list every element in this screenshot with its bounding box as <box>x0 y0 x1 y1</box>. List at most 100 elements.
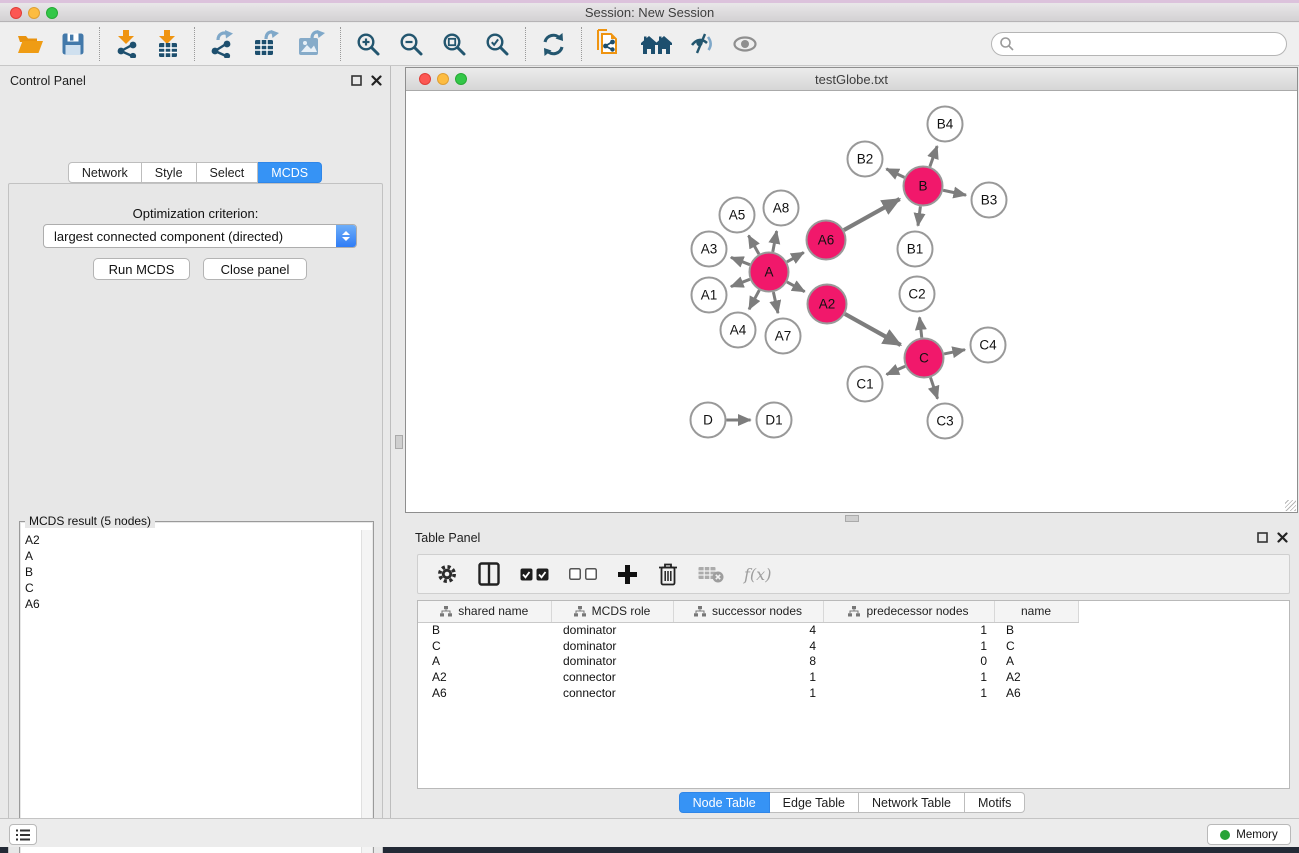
table-cell[interactable]: B <box>418 622 551 638</box>
tab-network[interactable]: Network <box>68 162 142 183</box>
search-input[interactable] <box>991 32 1287 56</box>
table-cell[interactable]: 1 <box>823 685 994 701</box>
network-canvas[interactable]: AA1A2A3A4A5A6A7A8BB1B2B3B4CC1C2C3C4DD1 <box>406 91 1297 512</box>
columns-icon[interactable] <box>468 557 510 591</box>
table-cell[interactable]: A6 <box>994 685 1078 701</box>
graph-edge-A-A1[interactable] <box>731 279 750 286</box>
run-mcds-button[interactable]: Run MCDS <box>93 258 190 280</box>
close-panel-icon[interactable] <box>371 75 382 86</box>
column-header-predecessor-nodes[interactable]: predecessor nodes <box>823 601 994 622</box>
table-cell[interactable]: 1 <box>823 622 994 638</box>
float-panel-icon[interactable] <box>1257 532 1268 543</box>
table-cell[interactable]: A2 <box>994 669 1078 685</box>
graph-edge-B-B2[interactable] <box>886 169 904 177</box>
graph-edge-B-B3[interactable] <box>943 190 966 195</box>
graph-edge-A2-C[interactable] <box>845 314 901 345</box>
table-cell[interactable]: A6 <box>418 685 551 701</box>
table-cell[interactable]: dominator <box>551 653 673 669</box>
graph-node-D[interactable]: D <box>691 403 726 438</box>
graph-node-A7[interactable]: A7 <box>766 319 801 354</box>
graph-node-C3[interactable]: C3 <box>928 404 963 439</box>
table-tab-network-table[interactable]: Network Table <box>859 792 965 813</box>
graph-node-B3[interactable]: B3 <box>972 183 1007 218</box>
function-builder-icon[interactable]: f(x) <box>734 557 781 591</box>
show-graphics-details-icon[interactable] <box>724 26 767 62</box>
graph-edge-A-A8[interactable] <box>773 231 777 252</box>
graph-edge-C-C1[interactable] <box>887 366 906 374</box>
graph-edge-C-C2[interactable] <box>920 317 922 337</box>
zoom-out-icon[interactable] <box>390 26 433 62</box>
import-table-icon[interactable] <box>148 26 188 62</box>
mcds-result-item[interactable]: C <box>25 580 361 596</box>
graph-node-B2[interactable]: B2 <box>848 142 883 177</box>
table-cell[interactable]: dominator <box>551 638 673 654</box>
table-row[interactable]: A6connector11A6 <box>418 685 1079 701</box>
close-panel-icon[interactable] <box>1277 532 1288 543</box>
graph-edge-B-B1[interactable] <box>918 206 920 225</box>
deselect-all-icon[interactable] <box>559 557 607 591</box>
graph-node-A1[interactable]: A1 <box>692 278 727 313</box>
table-cell[interactable]: A <box>418 653 551 669</box>
zoom-selected-icon[interactable] <box>476 26 519 62</box>
column-header-successor-nodes[interactable]: successor nodes <box>673 601 823 622</box>
mcds-result-item[interactable]: A <box>25 548 361 564</box>
select-all-icon[interactable] <box>510 557 559 591</box>
table-tab-edge-table[interactable]: Edge Table <box>770 792 859 813</box>
graph-edge-A-A6[interactable] <box>787 252 804 261</box>
table-cell[interactable]: A <box>994 653 1078 669</box>
table-cell[interactable]: 1 <box>673 669 823 685</box>
graph-node-A[interactable]: A <box>750 253 789 292</box>
table-cell[interactable]: connector <box>551 685 673 701</box>
graph-node-B4[interactable]: B4 <box>928 107 963 142</box>
table-cell[interactable]: 4 <box>673 638 823 654</box>
graph-edge-C-C3[interactable] <box>930 377 937 398</box>
graph-edge-A-A2[interactable] <box>787 282 805 292</box>
graph-edge-A-A4[interactable] <box>749 290 759 309</box>
graph-edge-A-A7[interactable] <box>773 292 778 313</box>
table-row[interactable]: A2connector11A2 <box>418 669 1079 685</box>
table-tab-motifs[interactable]: Motifs <box>965 792 1025 813</box>
network-window-titlebar[interactable]: testGlobe.txt <box>406 68 1297 91</box>
window-resize-grip[interactable] <box>1285 500 1296 511</box>
column-header-name[interactable]: name <box>994 601 1078 622</box>
graph-node-A5[interactable]: A5 <box>720 198 755 233</box>
table-tab-node-table[interactable]: Node Table <box>679 792 770 813</box>
table-cell[interactable]: 8 <box>673 653 823 669</box>
graph-edge-A-A5[interactable] <box>749 235 759 254</box>
graph-node-D1[interactable]: D1 <box>757 403 792 438</box>
table-row[interactable]: Cdominator41C <box>418 638 1079 654</box>
graph-node-A6[interactable]: A6 <box>807 221 846 260</box>
table-cell[interactable]: C <box>418 638 551 654</box>
mcds-result-item[interactable]: A2 <box>25 532 361 548</box>
mcds-result-list[interactable]: A2ABCA6 <box>21 530 361 853</box>
table-cell[interactable]: 1 <box>823 638 994 654</box>
graph-node-A4[interactable]: A4 <box>721 313 756 348</box>
mcds-result-item[interactable]: A6 <box>25 596 361 612</box>
add-column-icon[interactable] <box>607 557 648 591</box>
table-cell[interactable]: 1 <box>673 685 823 701</box>
criterion-dropdown[interactable]: largest connected component (directed) <box>43 224 357 248</box>
network-graph[interactable]: AA1A2A3A4A5A6A7A8BB1B2B3B4CC1C2C3C4DD1 <box>406 91 1297 512</box>
graph-edge-A-A3[interactable] <box>731 257 750 264</box>
table-row[interactable]: Bdominator41B <box>418 622 1079 638</box>
graph-node-B[interactable]: B <box>904 167 943 206</box>
delete-icon[interactable] <box>648 557 688 591</box>
export-image-icon[interactable] <box>289 26 334 62</box>
memory-button[interactable]: Memory <box>1207 824 1291 845</box>
tab-style[interactable]: Style <box>142 162 197 183</box>
delete-table-icon[interactable] <box>688 557 734 591</box>
mcds-list-scrollbar[interactable] <box>361 530 372 853</box>
column-header-shared-name[interactable]: shared name <box>418 601 551 622</box>
horizontal-split-handle[interactable] <box>845 515 859 522</box>
graph-edge-A6-B[interactable] <box>844 199 900 230</box>
graph-node-B1[interactable]: B1 <box>898 232 933 267</box>
table-cell[interactable]: 0 <box>823 653 994 669</box>
graph-node-C4[interactable]: C4 <box>971 328 1006 363</box>
network-clone-icon[interactable] <box>588 26 632 62</box>
close-panel-button[interactable]: Close panel <box>203 258 307 280</box>
zoom-fit-icon[interactable] <box>433 26 476 62</box>
graph-edge-B-B4[interactable] <box>930 146 937 167</box>
settings-icon[interactable] <box>426 557 468 591</box>
table-cell[interactable]: connector <box>551 669 673 685</box>
table-cell[interactable]: A2 <box>418 669 551 685</box>
